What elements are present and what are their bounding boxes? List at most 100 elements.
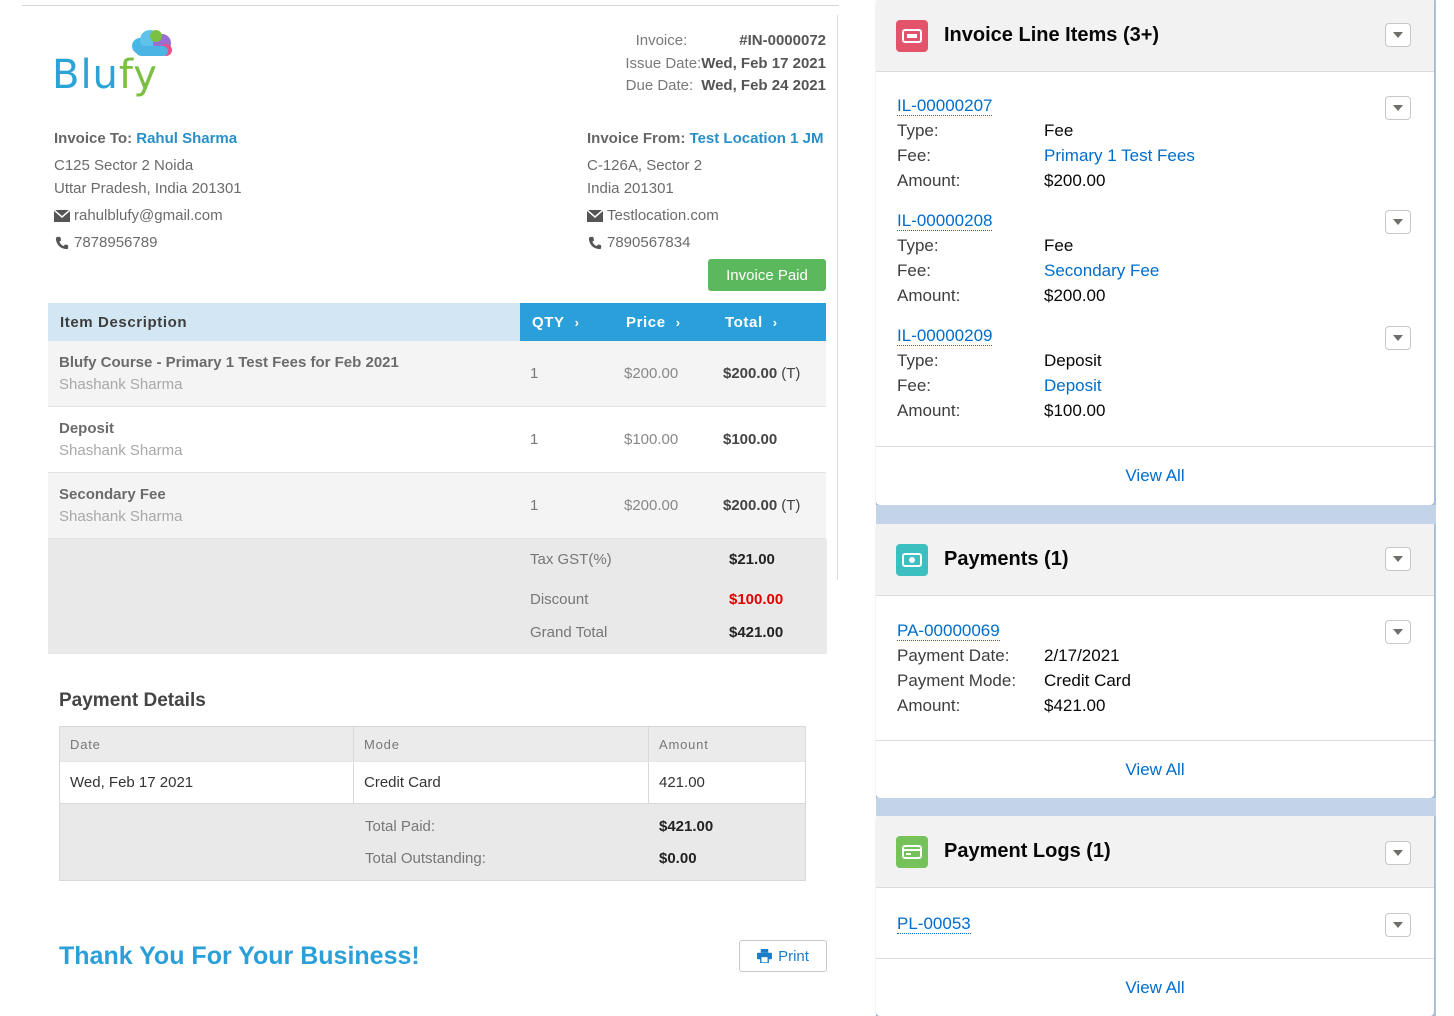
chevron-right-icon: › bbox=[675, 314, 681, 330]
payment-date-value: 2/17/2021 bbox=[1044, 646, 1120, 665]
card-menu-button[interactable] bbox=[1385, 841, 1411, 865]
total-outstanding-row: Total Outstanding: $0.00 bbox=[365, 850, 697, 867]
line-item-type: Deposit bbox=[1044, 351, 1102, 370]
card-header: Payments (1) bbox=[876, 524, 1434, 596]
from-address-line2: India 201301 bbox=[587, 180, 674, 197]
invoice-number-row: Invoice: #IN-0000072 bbox=[635, 32, 826, 49]
invoice-panel: Blufy Invoice: #IN-0000072 Issue Date:Wed… bbox=[0, 0, 868, 1016]
item-qty: 1 bbox=[530, 431, 539, 448]
record-menu-button[interactable] bbox=[1385, 913, 1411, 937]
brand-wordmark: Blufy bbox=[52, 52, 158, 98]
header-qty[interactable]: QTY › bbox=[520, 314, 614, 331]
payment-mode: Credit Card bbox=[354, 762, 649, 803]
payment-summary: Total Paid: $421.00 Total Outstanding: $0.… bbox=[60, 803, 805, 880]
line-item-amount: $100.00 bbox=[1044, 401, 1106, 420]
card-menu-button[interactable] bbox=[1385, 23, 1411, 47]
header-total[interactable]: Total › bbox=[719, 314, 778, 331]
invoice-paid-button[interactable]: Invoice Paid bbox=[708, 259, 826, 291]
card-title[interactable]: Invoice Line Items (3+) bbox=[944, 24, 1159, 47]
payment-details-table: Date Mode Amount Wed, Feb 17 2021 Credit… bbox=[59, 726, 806, 881]
chevron-down-icon bbox=[1393, 32, 1403, 38]
location-name-link[interactable]: Test Location 1 JM bbox=[690, 130, 824, 147]
card-title[interactable]: Payments (1) bbox=[944, 548, 1069, 571]
top-divider bbox=[22, 5, 839, 6]
chevron-down-icon bbox=[1393, 219, 1403, 225]
invoice-meta: Invoice: #IN-0000072 Issue Date:Wed, Feb … bbox=[625, 30, 826, 98]
line-item-fee-link[interactable]: Secondary Fee bbox=[1044, 258, 1159, 283]
payment-amount: 421.00 bbox=[659, 774, 705, 791]
grand-total-row: Grand Total $421.00 bbox=[530, 624, 784, 641]
phone-icon bbox=[588, 236, 602, 249]
total-paid-value: $421.00 bbox=[659, 818, 714, 835]
line-item-record: IL-00000207 Type: Fee Fee: Primary 1 Test … bbox=[897, 96, 1195, 193]
item-student: Shashank Sharma bbox=[59, 376, 183, 393]
vertical-divider bbox=[837, 15, 838, 580]
card-menu-button[interactable] bbox=[1385, 547, 1411, 571]
chevron-down-icon bbox=[1393, 556, 1403, 562]
item-total: $100.00 bbox=[723, 431, 778, 448]
chevron-right-icon: › bbox=[574, 314, 580, 330]
record-menu-button[interactable] bbox=[1385, 326, 1411, 350]
line-item-type: Fee bbox=[1044, 236, 1074, 255]
chevron-down-icon bbox=[1393, 629, 1403, 635]
line-item-link[interactable]: IL-00000209 bbox=[897, 326, 993, 346]
line-item-fee-link[interactable]: Deposit bbox=[1044, 373, 1102, 398]
card-footer: View All bbox=[876, 958, 1434, 1016]
brand-logo: Blufy bbox=[52, 28, 182, 98]
payment-details-header: Date Mode Amount bbox=[60, 727, 805, 761]
view-all-link[interactable]: View All bbox=[1125, 466, 1184, 486]
invoice-from-heading: Invoice From: Test Location 1 JM bbox=[587, 130, 824, 147]
payment-logs-card: Payment Logs (1) PL-00053 View All bbox=[876, 816, 1434, 1016]
customer-name-link[interactable]: Rahul Sharma bbox=[136, 130, 237, 147]
print-button[interactable]: Print bbox=[739, 940, 827, 972]
item-student: Shashank Sharma bbox=[59, 508, 183, 525]
envelope-icon bbox=[54, 209, 70, 222]
payment-log-link[interactable]: PL-00053 bbox=[897, 914, 971, 934]
from-phone: 7890567834 bbox=[587, 231, 823, 254]
phone-icon bbox=[55, 236, 69, 249]
card-title[interactable]: Payment Logs (1) bbox=[944, 840, 1111, 863]
tax-flag: (T) bbox=[781, 497, 801, 514]
line-item-link[interactable]: IL-00000208 bbox=[897, 211, 993, 231]
line-item-fee-link[interactable]: Primary 1 Test Fees bbox=[1044, 143, 1195, 168]
items-table-header: Item Description QTY › Price › Total › bbox=[48, 303, 826, 341]
view-all-link[interactable]: View All bbox=[1125, 978, 1184, 998]
discount-value: $100.00 bbox=[729, 591, 784, 608]
card-icon bbox=[896, 836, 928, 868]
payment-mode-value: Credit Card bbox=[1044, 671, 1131, 690]
item-student: Shashank Sharma bbox=[59, 442, 183, 459]
item-total: $200.00 (T) bbox=[723, 497, 801, 514]
item-price: $100.00 bbox=[624, 431, 679, 448]
due-date-row: Due Date: Wed, Feb 24 2021 bbox=[625, 77, 826, 94]
table-row: Deposit Shashank Sharma 1 $100.00 $100.00 bbox=[48, 407, 826, 473]
card-header: Payment Logs (1) bbox=[876, 816, 1434, 888]
item-title: Deposit bbox=[59, 420, 115, 437]
record-menu-button[interactable] bbox=[1385, 210, 1411, 234]
ticket-icon bbox=[896, 20, 928, 52]
item-qty: 1 bbox=[530, 365, 539, 382]
record-menu-button[interactable] bbox=[1385, 620, 1411, 644]
items-table: Item Description QTY › Price › Total › Bluf… bbox=[48, 303, 827, 654]
invoice-from: Invoice From: Test Location 1 JM C-126A,… bbox=[587, 127, 823, 254]
grand-total-value: $421.00 bbox=[729, 624, 784, 641]
chevron-down-icon bbox=[1393, 922, 1403, 928]
chevron-down-icon bbox=[1393, 105, 1403, 111]
table-row: Secondary Fee Shashank Sharma 1 $200.00 $… bbox=[48, 473, 826, 539]
item-description: Blufy Course - Primary 1 Test Fees for F… bbox=[48, 341, 520, 406]
view-all-link[interactable]: View All bbox=[1125, 760, 1184, 780]
payment-log-record: PL-00053 bbox=[897, 914, 971, 934]
payments-card: Payments (1) PA-00000069 Payment Date: 2/… bbox=[876, 524, 1434, 798]
to-phone: 7878956789 bbox=[54, 231, 242, 254]
to-email: rahulblufy@gmail.com bbox=[54, 204, 242, 227]
chevron-down-icon bbox=[1393, 850, 1403, 856]
issue-date-row: Issue Date:Wed, Feb 17 2021 bbox=[625, 54, 826, 72]
item-title: Blufy Course - Primary 1 Test Fees for F… bbox=[59, 354, 399, 371]
item-description: Deposit Shashank Sharma bbox=[48, 407, 520, 472]
line-item-link[interactable]: IL-00000207 bbox=[897, 96, 993, 116]
tax-row: Tax GST(%) $21.00 bbox=[530, 551, 775, 568]
payment-record: PA-00000069 Payment Date: 2/17/2021 Payme… bbox=[897, 621, 1131, 718]
line-item-record: IL-00000209 Type: Deposit Fee: Deposit Amo… bbox=[897, 326, 1105, 423]
header-price[interactable]: Price › bbox=[614, 314, 719, 331]
payment-link[interactable]: PA-00000069 bbox=[897, 621, 1000, 641]
record-menu-button[interactable] bbox=[1385, 96, 1411, 120]
